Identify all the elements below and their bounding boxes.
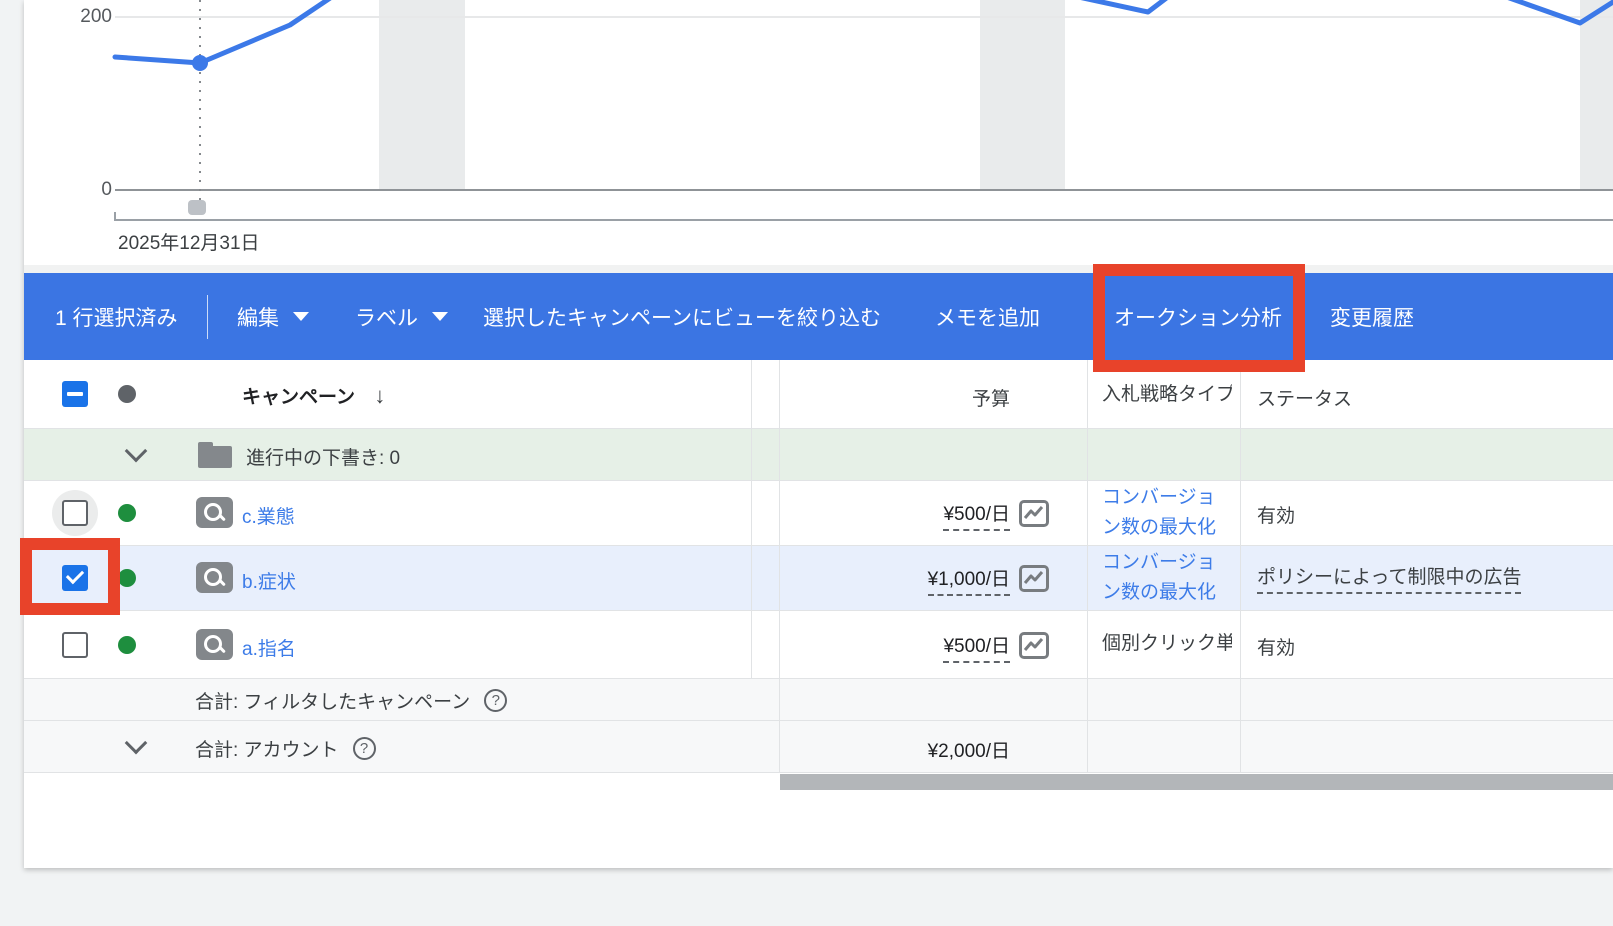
campaign-name-link[interactable]: c.業態: [242, 502, 295, 529]
selection-count: 1 行選択済み: [55, 302, 178, 332]
sort-descending-icon: ↓: [374, 383, 385, 408]
budget-value[interactable]: ¥500/日: [943, 499, 1010, 526]
bid-strategy-link[interactable]: コンバージョン数の最大化: [1102, 483, 1226, 543]
check-mark-icon: [66, 566, 84, 584]
x-axis-start-date: 2025年12月31日: [118, 228, 260, 255]
total-filtered-row: 合計: フィルタしたキャンペーン ?: [24, 679, 1613, 720]
label-menu-button[interactable]: ラベル: [355, 302, 448, 332]
status-column-header[interactable]: ステータス: [1257, 384, 1352, 411]
y-axis-tick-200: 200: [52, 6, 112, 28]
budget-column-header[interactable]: 予算: [972, 384, 1010, 411]
auction-insights-button[interactable]: オークション分析: [1114, 302, 1282, 332]
column-border: [779, 360, 780, 772]
change-history-button[interactable]: 変更履歴: [1330, 302, 1414, 332]
budget-value[interactable]: ¥500/日: [943, 631, 1010, 658]
chart-canvas: [24, 0, 1613, 265]
campaign-row-a: a.指名 ¥500/日 個別クリック単価 有効: [24, 611, 1613, 678]
folder-icon: [198, 442, 232, 468]
budget-value[interactable]: ¥1,000/日: [928, 564, 1010, 591]
row-checkbox[interactable]: [62, 500, 88, 526]
google-ads-campaign-page: { "colors": { "toolbar_blue": "#3B75E3",…: [0, 0, 1613, 926]
campaign-name-link[interactable]: a.指名: [242, 634, 296, 661]
search-preview-icon[interactable]: [196, 497, 233, 528]
row-checkbox[interactable]: [62, 632, 88, 658]
y-axis-tick-0: 0: [52, 179, 112, 201]
row-checkbox-checked[interactable]: [62, 565, 88, 591]
drafts-group-row: 進行中の下書き: 0: [24, 429, 1613, 480]
bid-strategy-text: 個別クリック単価: [1102, 629, 1232, 659]
campaign-status: 有効: [1257, 633, 1295, 660]
chevron-down-icon[interactable]: [125, 732, 148, 755]
bid-strategy-link[interactable]: コンバージョン数の最大化: [1102, 548, 1226, 608]
campaign-row-c: c.業態 ¥500/日 コンバージョン数の最大化 有効: [24, 481, 1613, 545]
budget-chart-icon[interactable]: [1019, 500, 1049, 527]
campaigns-card: 200 0 2025年12月31日 1 行選択済み 編集 ラベル 選択したキャン…: [24, 0, 1613, 868]
selection-toolbar: 1 行選択済み 編集 ラベル 選択したキャンペーンにビューを絞り込む メモを追加…: [24, 273, 1613, 360]
status-dot-enabled-icon: [118, 569, 136, 587]
help-icon[interactable]: ?: [353, 737, 376, 760]
help-icon[interactable]: ?: [484, 689, 507, 712]
toolbar-divider: [207, 295, 208, 339]
horizontal-scrollbar[interactable]: [780, 774, 1613, 790]
total-filtered-label: 合計: フィルタしたキャンペーン: [195, 687, 470, 714]
budget-chart-icon[interactable]: [1019, 632, 1049, 659]
search-preview-icon[interactable]: [196, 629, 233, 660]
status-filter-dot-icon: [118, 385, 136, 403]
bid-strategy-column-header[interactable]: 入札戦略タイプ: [1102, 384, 1232, 406]
campaign-status: 有効: [1257, 501, 1295, 528]
table-header-row: キャンペーン ↓ 予算 入札戦略タイプ ステータス: [24, 360, 1613, 428]
column-border: [751, 360, 752, 678]
indeterminate-mark-icon: [67, 392, 83, 396]
performance-chart: 200 0 2025年12月31日: [24, 0, 1613, 265]
campaign-status-policy-limited[interactable]: ポリシーによって制限中の広告: [1257, 562, 1521, 589]
campaign-name-link[interactable]: b.症状: [242, 567, 296, 594]
total-account-label: 合計: アカウント: [195, 735, 339, 762]
chevron-down-icon[interactable]: [125, 440, 148, 463]
caret-down-icon: [293, 312, 309, 321]
add-note-button[interactable]: メモを追加: [935, 302, 1040, 332]
caret-down-icon: [432, 312, 448, 321]
campaign-column-header[interactable]: キャンペーン ↓: [242, 382, 385, 409]
total-budget-value: ¥2,000/日: [928, 736, 1010, 763]
campaign-row-b-selected: b.症状 ¥1,000/日 コンバージョン数の最大化 ポリシーによって制限中の広…: [24, 546, 1613, 610]
column-border: [1240, 360, 1241, 772]
status-dot-enabled-icon: [118, 636, 136, 654]
timeline-scrubber-handle: [188, 200, 206, 215]
search-preview-icon[interactable]: [196, 562, 233, 593]
column-border: [1087, 360, 1088, 772]
total-account-row: 合計: アカウント ? ¥2,000/日: [24, 721, 1613, 772]
select-all-checkbox[interactable]: [62, 381, 88, 407]
toolbar-top-divider: [24, 265, 1613, 273]
drafts-row-label: 進行中の下書き: 0: [246, 443, 400, 470]
edit-menu-button[interactable]: 編集: [237, 302, 309, 332]
budget-chart-icon[interactable]: [1019, 565, 1049, 592]
filter-view-to-selected-button[interactable]: 選択したキャンペーンにビューを絞り込む: [483, 302, 881, 332]
selected-data-point: [192, 55, 208, 71]
status-dot-enabled-icon: [118, 504, 136, 522]
